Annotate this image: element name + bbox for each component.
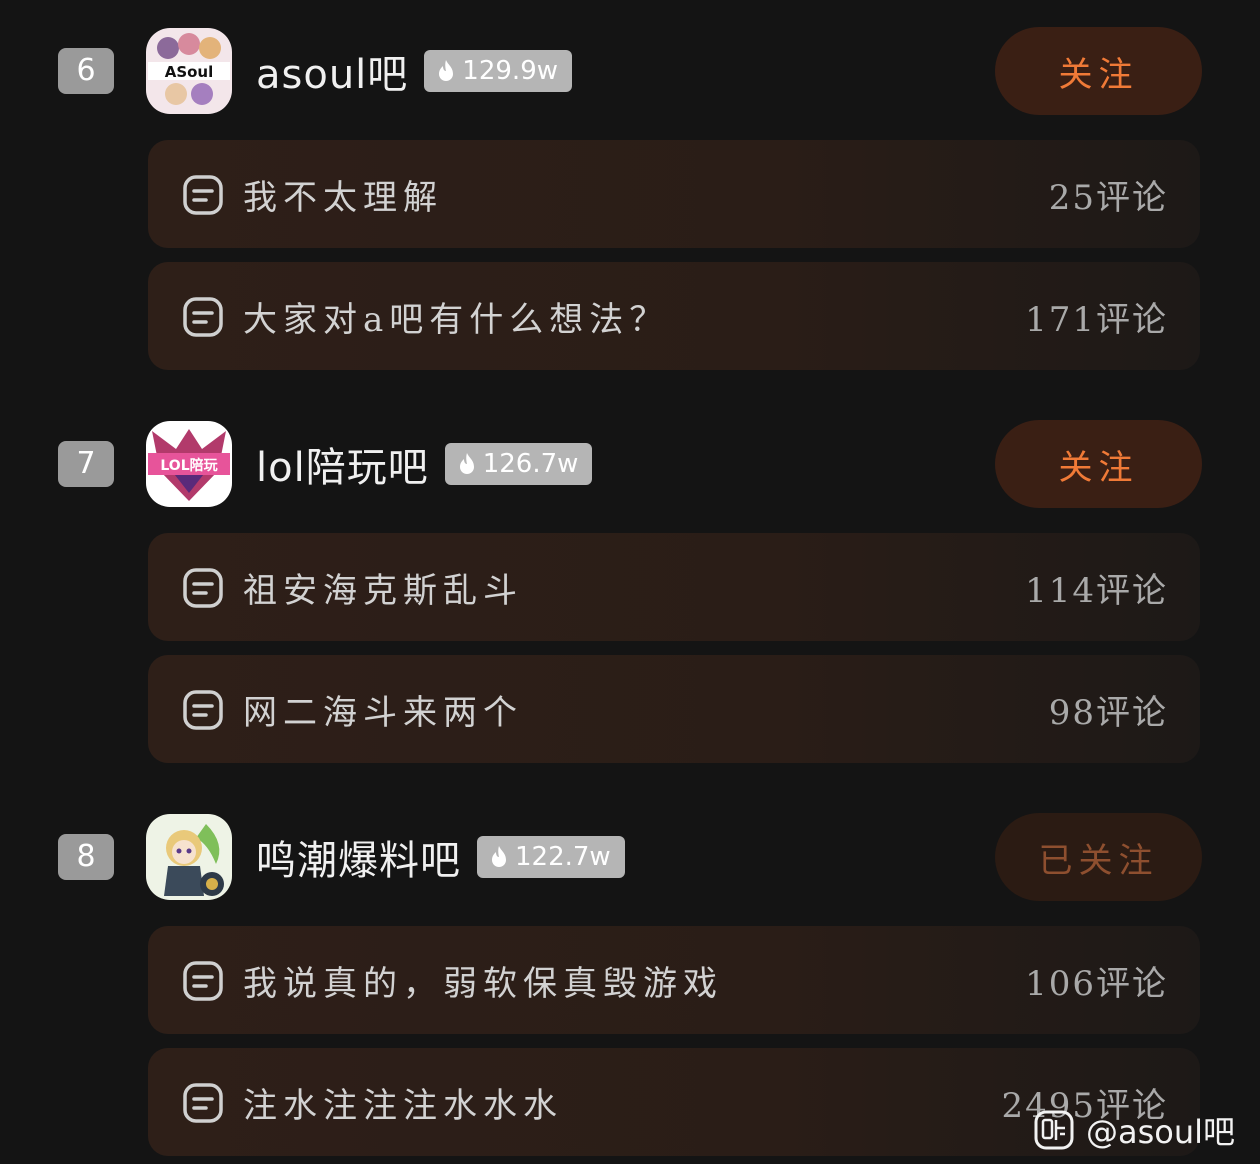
heat-value: 122.7w <box>515 842 611 872</box>
post-row[interactable]: 祖安海克斯乱斗 114评论 <box>148 533 1200 641</box>
flame-icon <box>459 453 474 474</box>
post-message-icon <box>183 568 223 608</box>
asoul-avatar-image: ASoul <box>146 28 232 114</box>
post-message-icon <box>183 175 223 215</box>
forum-avatar[interactable]: LOL陪玩 <box>146 421 232 507</box>
flame-icon <box>492 846 506 867</box>
avatar-logo-text: LOL陪玩 <box>160 457 217 474</box>
follow-button[interactable]: 关注 <box>995 27 1202 115</box>
rank-badge: 6 <box>58 48 114 94</box>
rank-badge: 8 <box>58 834 114 880</box>
lol-avatar-image: LOL陪玩 <box>146 421 232 507</box>
post-message-icon <box>183 690 223 730</box>
post-title: 网二海斗来两个 <box>243 692 523 733</box>
comment-count: 106评论 <box>1025 963 1168 1004</box>
heat-badge: 122.7w <box>477 836 625 878</box>
flame-icon <box>439 60 454 81</box>
heat-value: 126.7w <box>482 449 579 479</box>
forum-avatar[interactable]: ASoul <box>146 28 232 114</box>
forum-header: asoul吧 129.9w <box>256 28 572 114</box>
comment-count: 171评论 <box>1025 299 1168 340</box>
forum-name[interactable]: lol陪玩吧 <box>256 435 429 493</box>
post-title: 大家对a吧有什么想法？ <box>243 299 670 340</box>
wuthering-avatar-image <box>146 814 232 900</box>
post-row[interactable]: 大家对a吧有什么想法？ 171评论 <box>148 262 1200 370</box>
post-title: 我不太理解 <box>243 177 443 218</box>
post-title: 注水注注注水水水 <box>243 1085 563 1126</box>
comment-count: 114评论 <box>1025 570 1168 611</box>
forum-name[interactable]: asoul吧 <box>256 42 408 100</box>
post-row[interactable]: 我说真的，弱软保真毁游戏 106评论 <box>148 926 1200 1034</box>
forum-header: 鸣潮爆料吧 122.7w <box>256 814 625 900</box>
post-title: 祖安海克斯乱斗 <box>243 570 523 611</box>
post-title: 我说真的，弱软保真毁游戏 <box>243 963 723 1004</box>
watermark: @asoul吧 <box>1034 1108 1235 1152</box>
comment-count: 98评论 <box>1048 692 1168 733</box>
heat-value: 129.9w <box>462 56 558 86</box>
comment-count: 25评论 <box>1048 177 1168 218</box>
forum-name[interactable]: 鸣潮爆料吧 <box>256 828 461 886</box>
watermark-text: @asoul吧 <box>1086 1113 1236 1151</box>
tieba-logo-icon <box>1034 1110 1074 1150</box>
follow-button[interactable]: 关注 <box>995 420 1202 508</box>
post-message-icon <box>183 297 223 337</box>
followed-button[interactable]: 已关注 <box>995 813 1202 901</box>
heat-badge: 126.7w <box>444 443 593 485</box>
forum-header: lol陪玩吧 126.7w <box>256 421 593 507</box>
rank-badge: 7 <box>58 441 114 487</box>
post-message-icon <box>183 961 223 1001</box>
avatar-logo-text: ASoul <box>165 63 214 81</box>
heat-badge: 129.9w <box>424 50 572 92</box>
post-message-icon <box>183 1083 223 1123</box>
post-row[interactable]: 网二海斗来两个 98评论 <box>148 655 1200 763</box>
post-row[interactable]: 我不太理解 25评论 <box>148 140 1200 248</box>
forum-avatar[interactable] <box>146 814 232 900</box>
